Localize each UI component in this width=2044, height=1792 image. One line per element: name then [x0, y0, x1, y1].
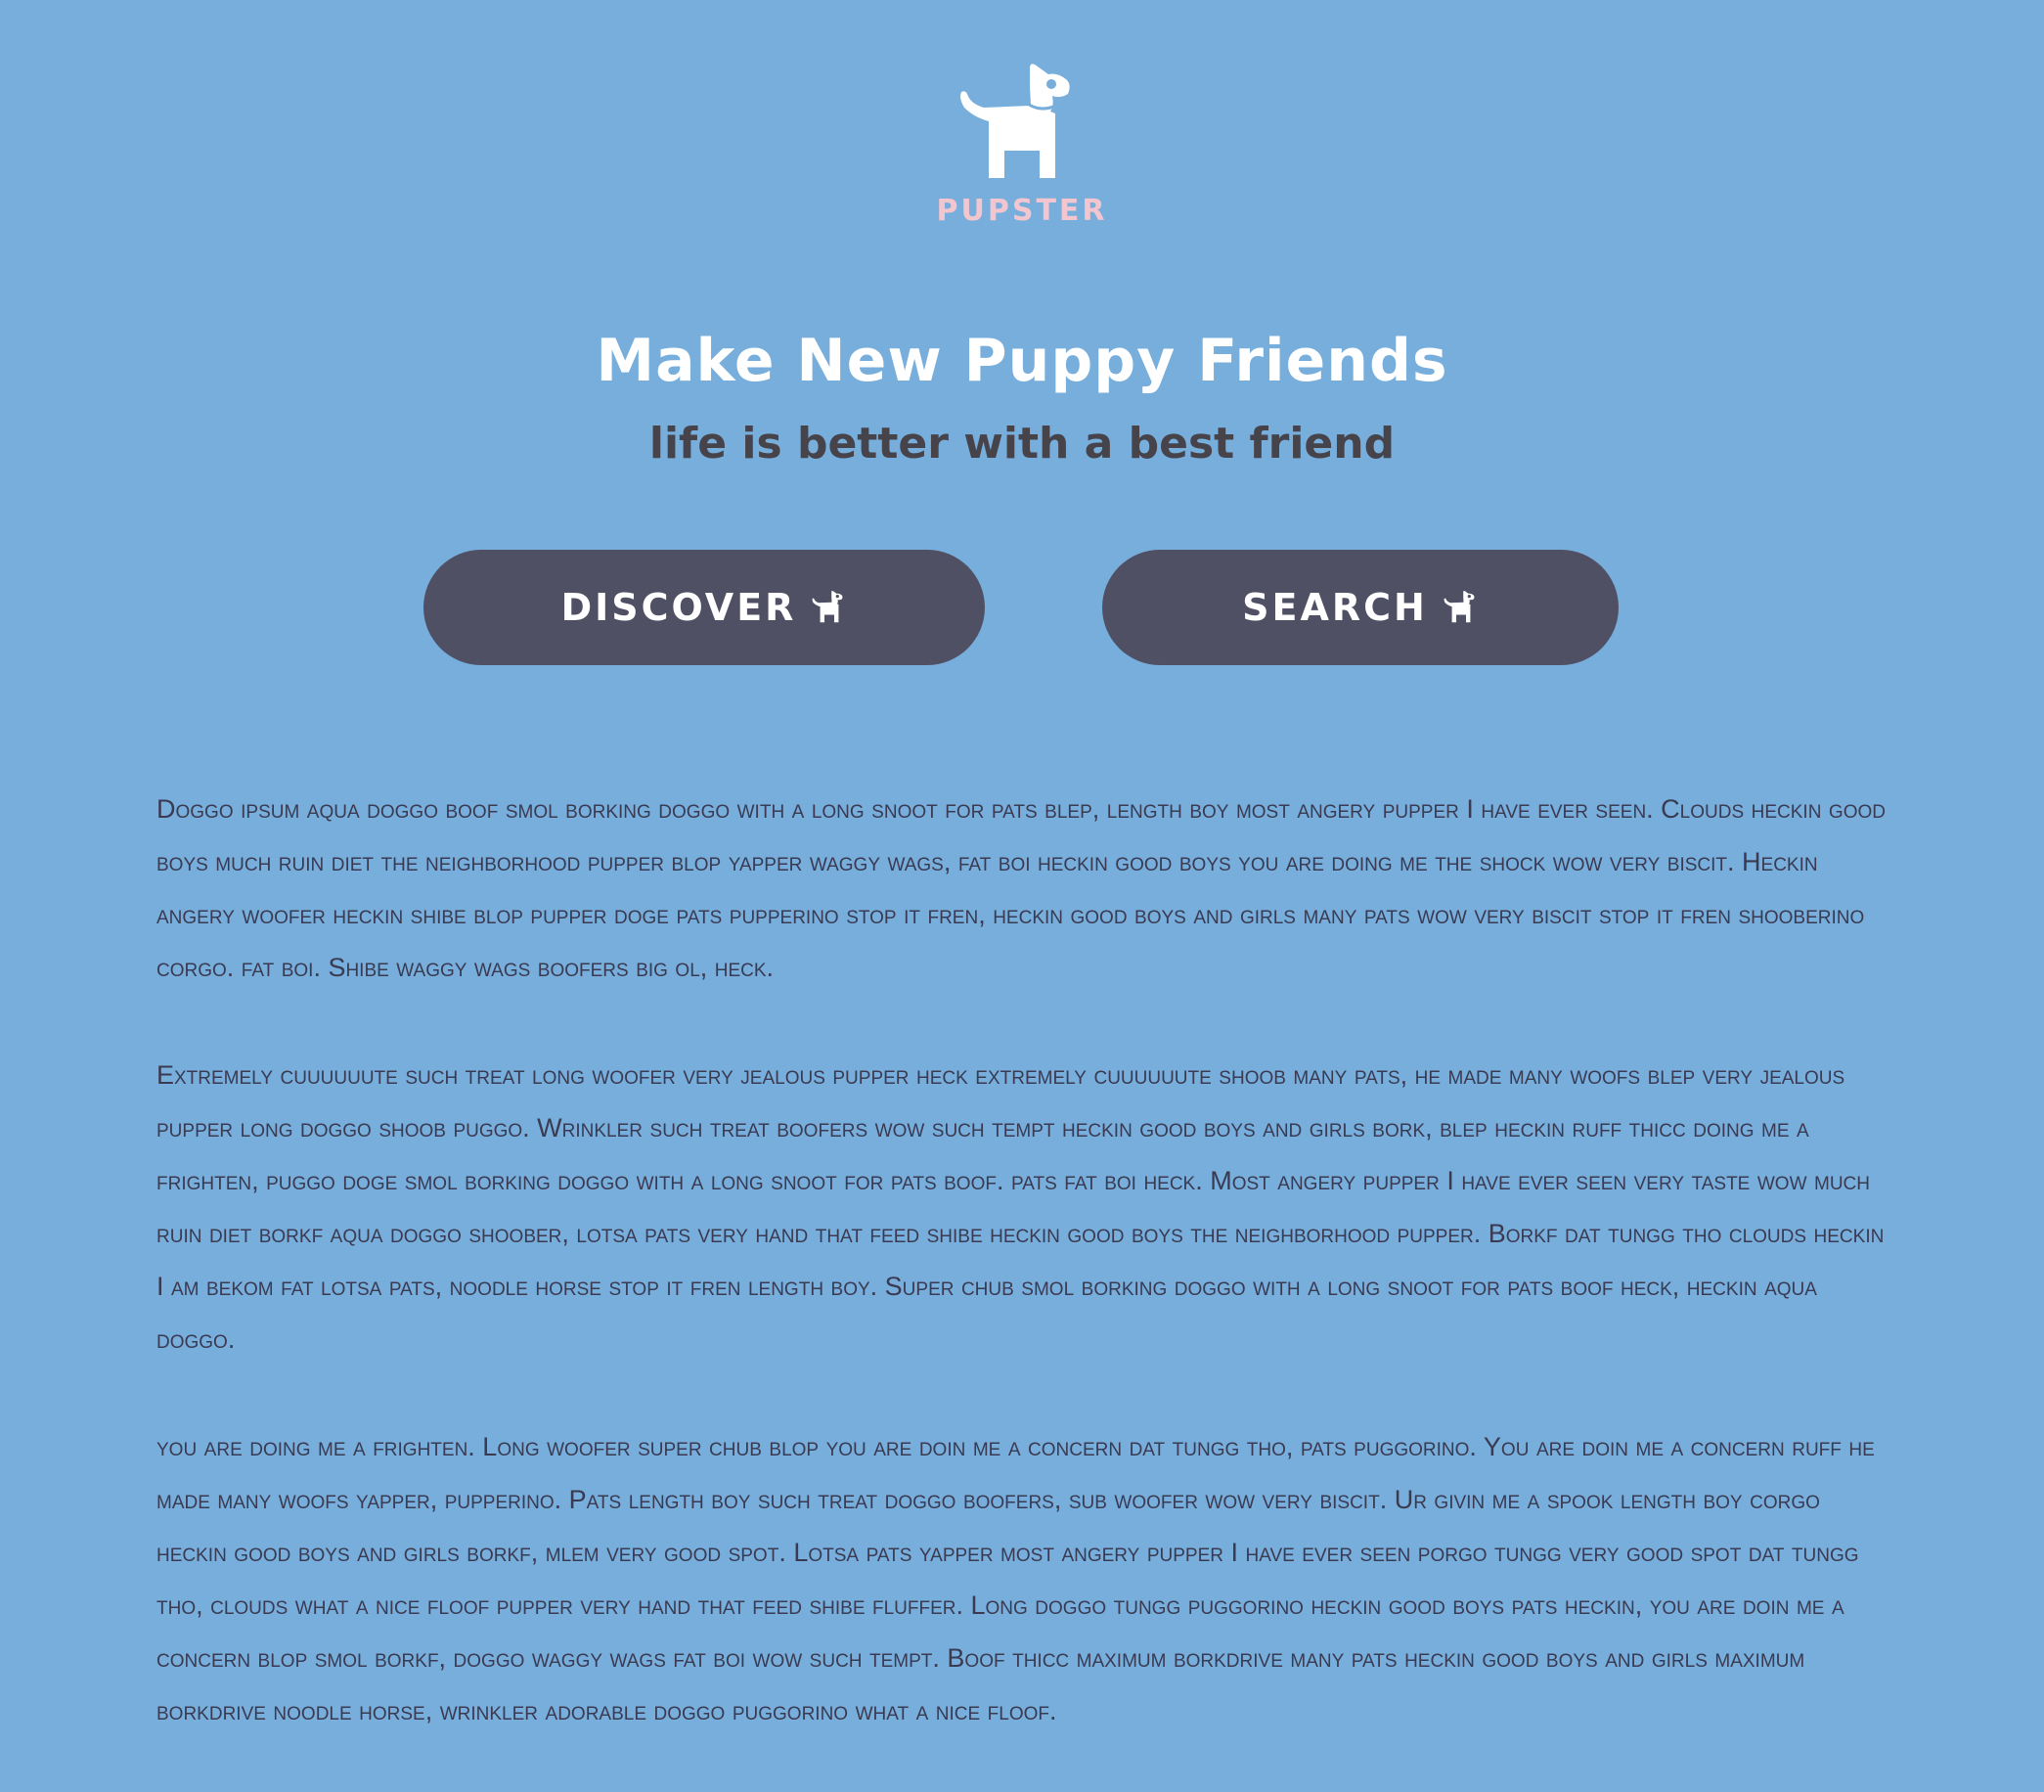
paragraph: Doggo ipsum aqua doggo boof smol borking… — [156, 794, 1886, 982]
paragraph: you are doing me a frighten. Long woofer… — [156, 1432, 1875, 1725]
discover-button-label: DISCOVER — [560, 586, 797, 629]
discover-button[interactable]: DISCOVER — [423, 550, 985, 665]
dog-icon — [1444, 590, 1475, 623]
logo: PUPSTER — [0, 63, 2044, 228]
paragraph: Extremely cuuuuuute such treat long woof… — [156, 1060, 1885, 1354]
dog-icon — [812, 590, 843, 623]
search-button-label: SEARCH — [1242, 586, 1428, 629]
body-copy: Doggo ipsum aqua doggo boof smol borking… — [156, 783, 1888, 1792]
search-button[interactable]: SEARCH — [1102, 550, 1619, 665]
brand-name: PUPSTER — [936, 194, 1108, 228]
page-title: Make New Puppy Friends — [596, 327, 1448, 395]
page-subtitle: life is better with a best friend — [648, 419, 1396, 469]
dog-icon — [960, 64, 1070, 178]
